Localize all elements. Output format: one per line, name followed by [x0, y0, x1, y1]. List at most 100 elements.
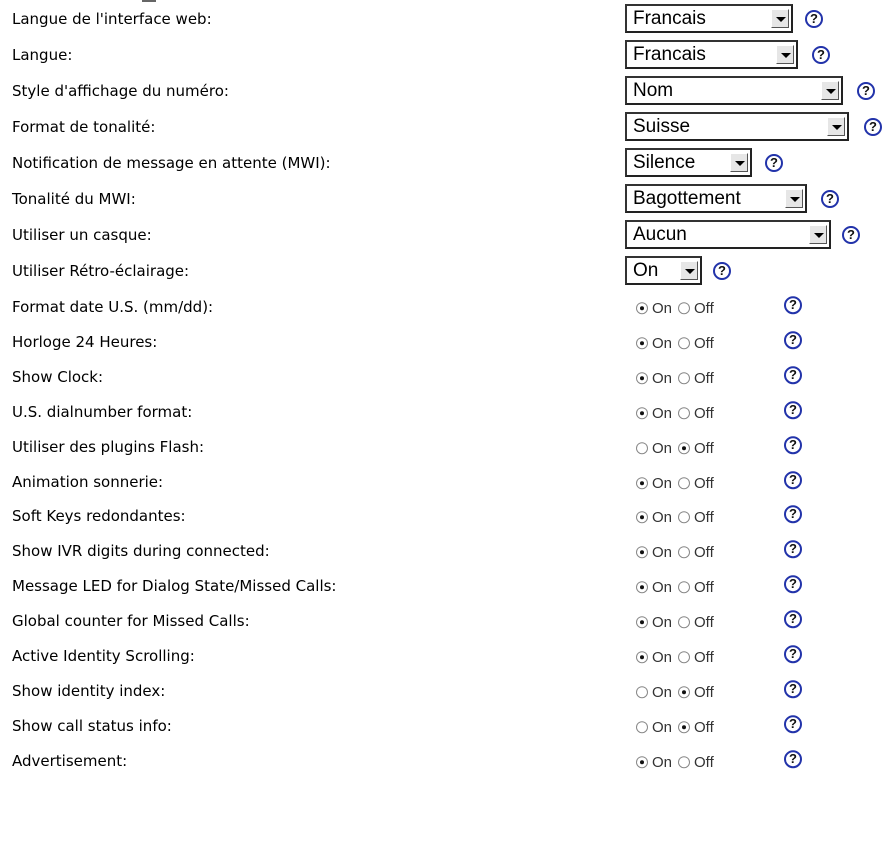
setting-row: Horloge 24 Heures: On Off?	[0, 325, 896, 359]
help-icon[interactable]: ?	[784, 436, 802, 455]
radio-off[interactable]	[678, 337, 691, 350]
help-icon[interactable]: ?	[784, 750, 802, 769]
setting-label: Format de tonalité:	[12, 118, 156, 136]
help-icon[interactable]: ?	[713, 262, 731, 280]
setting-row: Utiliser un casque: Aucun?	[0, 218, 896, 252]
radio-on[interactable]	[636, 407, 648, 420]
setting-dropdown[interactable]: Francais	[625, 4, 793, 33]
help-icon[interactable]: ?	[784, 610, 802, 629]
radio-off[interactable]	[678, 511, 691, 524]
radio-on-label: On	[652, 475, 673, 493]
setting-dropdown[interactable]: Bagottement	[625, 184, 807, 213]
radio-off[interactable]	[678, 442, 691, 455]
radio-on[interactable]	[636, 302, 648, 315]
radio-off-label: Off	[694, 614, 714, 632]
on-off-radio-group: On Off	[636, 579, 720, 596]
radio-on[interactable]	[636, 372, 648, 385]
radio-on-label: On	[652, 300, 673, 318]
help-icon[interactable]: ?	[784, 296, 802, 315]
radio-on[interactable]	[636, 337, 648, 350]
help-icon[interactable]: ?	[805, 10, 823, 28]
radio-on[interactable]	[636, 756, 648, 769]
help-icon[interactable]: ?	[765, 154, 783, 172]
radio-on-label: On	[652, 440, 673, 458]
help-icon[interactable]: ?	[784, 645, 802, 664]
setting-dropdown[interactable]: Silence	[625, 148, 752, 177]
setting-dropdown[interactable]: Suisse	[625, 112, 849, 141]
setting-row: Format date U.S. (mm/dd): On Off?	[0, 290, 896, 324]
setting-label: Show IVR digits during connected:	[12, 542, 270, 560]
radio-on[interactable]	[636, 721, 648, 734]
help-icon[interactable]: ?	[784, 401, 802, 420]
radio-off[interactable]	[678, 477, 691, 490]
on-off-radio-group: On Off	[636, 405, 720, 422]
radio-on[interactable]	[636, 442, 648, 455]
chevron-down-icon[interactable]	[776, 45, 794, 64]
chevron-down-icon[interactable]	[785, 189, 803, 208]
setting-label: Langue de l'interface web:	[12, 10, 212, 28]
radio-off-label: Off	[694, 754, 714, 772]
radio-on[interactable]	[636, 581, 648, 594]
help-icon[interactable]: ?	[784, 331, 802, 350]
help-icon[interactable]: ?	[784, 680, 802, 699]
setting-dropdown[interactable]: On	[625, 256, 702, 285]
radio-off[interactable]	[678, 721, 691, 734]
radio-on-label: On	[652, 719, 673, 737]
help-icon[interactable]: ?	[784, 540, 802, 559]
help-icon[interactable]: ?	[821, 190, 839, 208]
radio-off[interactable]	[678, 407, 691, 420]
setting-dropdown[interactable]: Francais	[625, 40, 798, 69]
radio-off-label: Off	[694, 405, 714, 423]
dropdown-selected-value: Bagottement	[633, 187, 741, 209]
help-icon[interactable]: ?	[784, 366, 802, 385]
setting-label: Animation sonnerie:	[12, 473, 164, 491]
radio-on[interactable]	[636, 651, 648, 664]
radio-off[interactable]	[678, 546, 691, 559]
help-icon[interactable]: ?	[784, 471, 802, 490]
help-icon[interactable]: ?	[784, 715, 802, 734]
radio-off-label: Off	[694, 300, 714, 318]
radio-on-label: On	[652, 579, 673, 597]
radio-on[interactable]	[636, 477, 648, 490]
setting-label: Notification de message en attente (MWI)…	[12, 154, 331, 172]
setting-dropdown[interactable]: Aucun	[625, 220, 831, 249]
setting-row: Show Clock: On Off?	[0, 360, 896, 394]
help-icon[interactable]: ?	[784, 505, 802, 524]
on-off-radio-group: On Off	[636, 335, 720, 352]
help-icon[interactable]: ?	[842, 226, 860, 244]
chevron-down-icon[interactable]	[809, 225, 827, 244]
help-icon[interactable]: ?	[864, 118, 882, 136]
radio-off[interactable]	[678, 302, 691, 315]
radio-on[interactable]	[636, 686, 648, 699]
on-off-radio-group: On Off	[636, 614, 720, 631]
radio-on[interactable]	[636, 511, 648, 524]
chevron-down-icon[interactable]	[771, 9, 789, 28]
on-off-radio-group: On Off	[636, 370, 720, 387]
radio-off[interactable]	[678, 581, 691, 594]
on-off-radio-group: On Off	[636, 754, 720, 771]
chevron-down-icon[interactable]	[821, 81, 839, 100]
setting-dropdown[interactable]: Nom	[625, 76, 843, 105]
radio-off-label: Off	[694, 509, 714, 527]
chevron-down-icon[interactable]	[680, 261, 698, 280]
radio-off[interactable]	[678, 686, 691, 699]
radio-off[interactable]	[678, 651, 691, 664]
setting-row: Langue de l'interface web: Francais?	[0, 2, 896, 36]
setting-row: Advertisement: On Off?	[0, 744, 896, 778]
radio-off[interactable]	[678, 616, 691, 629]
on-off-radio-group: On Off	[636, 649, 720, 666]
setting-row: Style d'affichage du numéro: Nom?	[0, 74, 896, 108]
radio-off-label: Off	[694, 440, 714, 458]
help-icon[interactable]: ?	[812, 46, 830, 64]
radio-off[interactable]	[678, 372, 691, 385]
chevron-down-icon[interactable]	[827, 117, 845, 136]
chevron-down-icon[interactable]	[730, 153, 748, 172]
radio-on[interactable]	[636, 546, 648, 559]
radio-on[interactable]	[636, 616, 648, 629]
radio-off[interactable]	[678, 756, 691, 769]
help-icon[interactable]: ?	[857, 82, 875, 100]
help-icon[interactable]: ?	[784, 575, 802, 594]
radio-on-label: On	[652, 649, 673, 667]
radio-on-label: On	[652, 509, 673, 527]
on-off-radio-group: On Off	[636, 544, 720, 561]
